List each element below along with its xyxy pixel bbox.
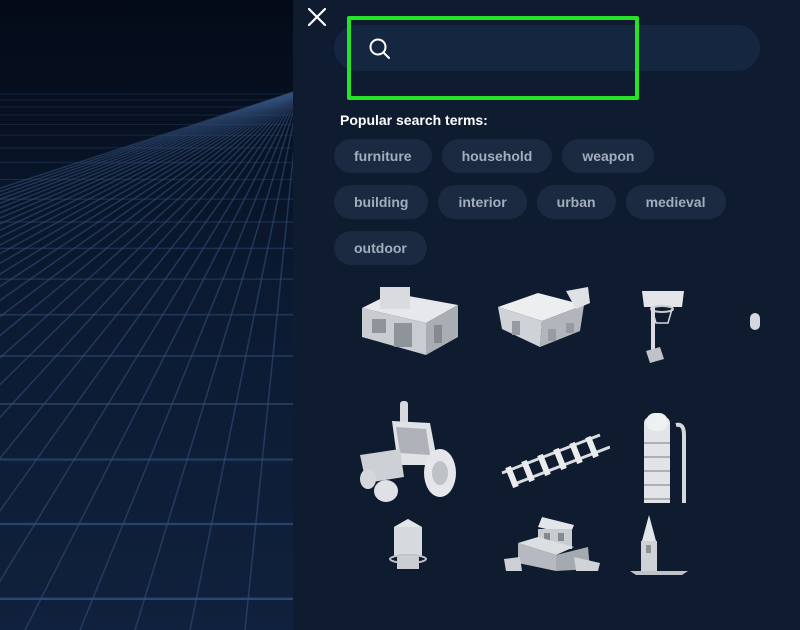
term-chip-medieval[interactable]: medieval bbox=[625, 185, 726, 219]
grid-line bbox=[0, 91, 293, 190]
basketball-hoop-model-icon bbox=[642, 291, 684, 363]
grid-line bbox=[0, 98, 293, 513]
close-icon bbox=[307, 7, 327, 27]
grid-line bbox=[0, 92, 293, 239]
search-icon bbox=[369, 38, 390, 59]
term-chip-building[interactable]: building bbox=[334, 185, 429, 219]
grid-line bbox=[0, 91, 293, 193]
grid-line bbox=[0, 92, 293, 255]
grid-line bbox=[0, 92, 293, 246]
grid-line bbox=[0, 99, 293, 583]
model-results-grid bbox=[334, 275, 754, 623]
ladder-tower-model-icon bbox=[644, 413, 686, 503]
tractor-model-icon bbox=[360, 401, 456, 502]
grid-line bbox=[0, 92, 293, 232]
model-thumbnail[interactable] bbox=[334, 395, 466, 503]
railroad-track-model-icon bbox=[501, 433, 610, 489]
scrollbar-thumb[interactable] bbox=[750, 313, 760, 330]
term-chip-weapon[interactable]: weapon bbox=[562, 139, 655, 173]
model-thumbnail[interactable] bbox=[478, 275, 610, 383]
grid-line bbox=[0, 92, 293, 225]
grid-line bbox=[0, 91, 293, 209]
grid-line bbox=[0, 91, 293, 197]
search-input[interactable] bbox=[400, 33, 744, 65]
grid-line bbox=[0, 93, 293, 265]
term-chip-interior[interactable]: interior bbox=[438, 185, 527, 219]
close-button[interactable] bbox=[304, 4, 330, 30]
grid-line bbox=[0, 95, 293, 386]
grid-line bbox=[0, 91, 293, 214]
3d-viewport-grid[interactable] bbox=[0, 0, 293, 630]
model-thumbnail[interactable] bbox=[622, 515, 754, 623]
grid-line bbox=[0, 95, 293, 359]
barn-model-icon bbox=[498, 287, 590, 347]
model-thumbnail[interactable] bbox=[478, 395, 610, 503]
model-thumbnail[interactable] bbox=[622, 275, 754, 383]
popular-search-terms-label: Popular search terms: bbox=[340, 112, 488, 128]
term-chip-household[interactable]: household bbox=[441, 139, 553, 173]
model-thumbnail[interactable] bbox=[622, 395, 754, 503]
grid-line bbox=[0, 92, 293, 219]
search-bar[interactable] bbox=[334, 25, 760, 71]
term-chip-urban[interactable]: urban bbox=[536, 185, 616, 219]
grid-line bbox=[0, 93, 293, 288]
perspective-grid bbox=[0, 91, 293, 630]
model-thumbnail[interactable] bbox=[478, 515, 610, 623]
church-spire-model-icon bbox=[630, 515, 688, 575]
grid-line bbox=[0, 97, 293, 460]
grid-line bbox=[0, 94, 293, 318]
water-tower-model-icon bbox=[389, 519, 427, 569]
grid-line bbox=[244, 150, 293, 630]
grid-line bbox=[0, 93, 293, 302]
grid-line bbox=[0, 91, 293, 205]
grid-line bbox=[0, 96, 293, 419]
model-thumbnail[interactable] bbox=[334, 275, 466, 383]
term-chip-outdoor[interactable]: outdoor bbox=[334, 231, 427, 265]
grid-line bbox=[0, 94, 293, 337]
model-thumbnail[interactable] bbox=[334, 515, 466, 623]
grid-line bbox=[0, 93, 293, 276]
term-chip-furniture[interactable]: furniture bbox=[334, 139, 432, 173]
mansion-model-icon bbox=[504, 517, 600, 571]
grid-line bbox=[0, 91, 293, 200]
modern-house-model-icon bbox=[362, 287, 458, 355]
popular-terms-list: furniture household weapon building inte… bbox=[334, 139, 754, 265]
